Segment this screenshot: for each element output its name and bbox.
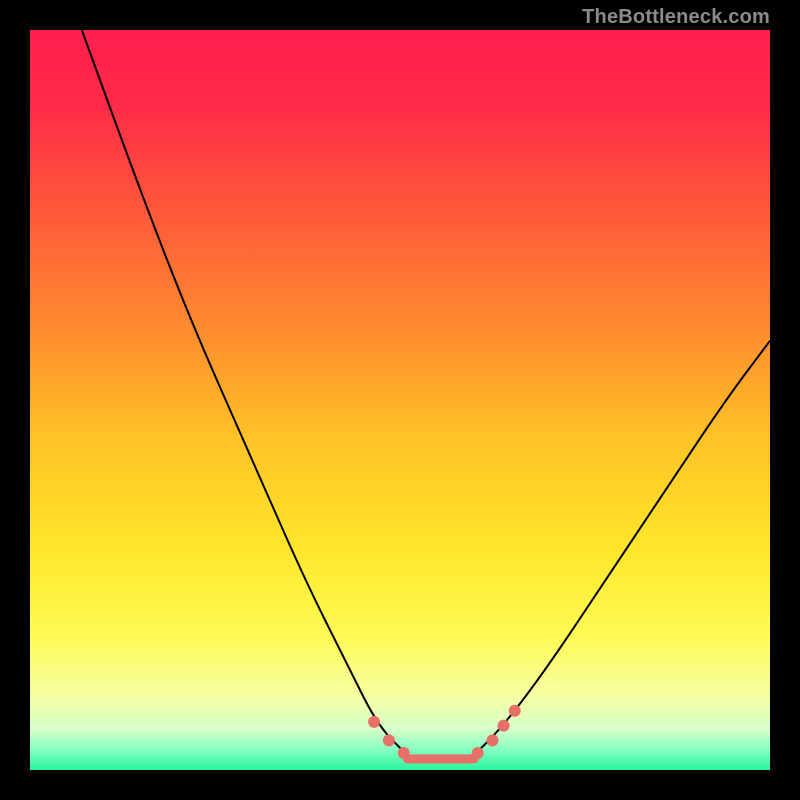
curve-layer <box>30 30 770 770</box>
marker-dot <box>368 716 380 728</box>
marker-dot <box>398 747 410 759</box>
marker-dot <box>509 705 521 717</box>
marker-dot <box>472 747 484 759</box>
marker-dot <box>383 734 395 746</box>
marker-dot <box>487 734 499 746</box>
watermark-text: TheBottleneck.com <box>582 6 770 29</box>
curve-left-arm <box>82 30 408 755</box>
curve-right-arm <box>474 341 770 755</box>
marker-dot <box>498 720 510 732</box>
plot-frame <box>30 30 770 770</box>
